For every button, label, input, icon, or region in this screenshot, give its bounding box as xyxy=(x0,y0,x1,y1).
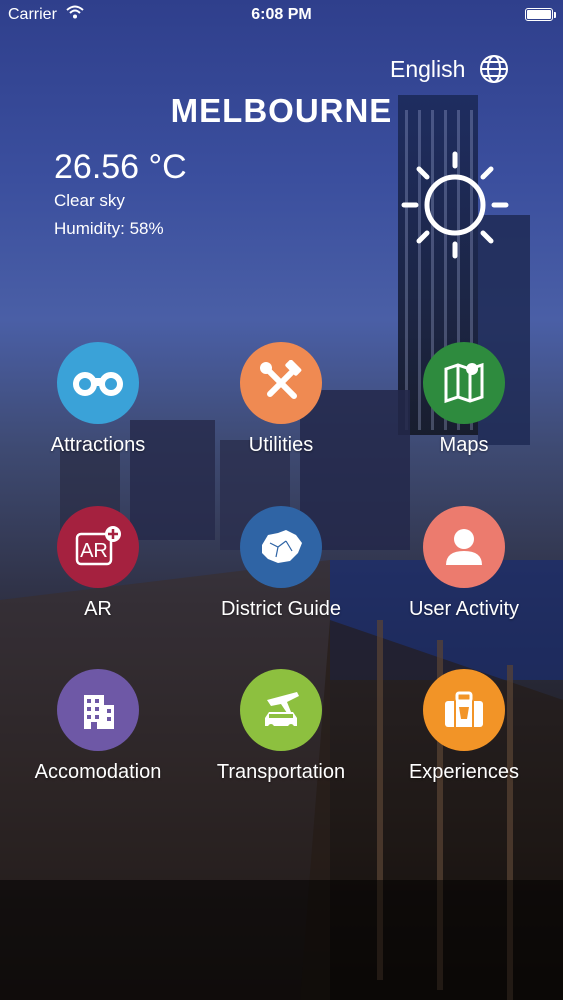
humidity: Humidity: 58% xyxy=(54,219,164,238)
menu-label: User Activity xyxy=(408,598,520,620)
battery-tip xyxy=(554,12,556,18)
tools-icon xyxy=(260,360,302,399)
svg-text:AR: AR xyxy=(80,540,108,562)
menu-label: District Guide xyxy=(220,598,342,620)
building-icon xyxy=(84,695,114,729)
district-map-icon xyxy=(262,530,302,563)
status-bar: Carrier 6:08 PM xyxy=(0,0,563,30)
ar-circle: AR xyxy=(57,506,139,588)
user-activity-circle xyxy=(423,506,505,588)
battery-icon xyxy=(525,8,553,21)
city-title: MELBOURNE xyxy=(170,92,393,129)
menu-item-attractions[interactable]: Attractions xyxy=(8,342,188,457)
temperature: 26.56 °C xyxy=(54,148,187,186)
binoculars-icon xyxy=(73,372,123,396)
sun-icon xyxy=(401,151,509,259)
menu-item-experiences[interactable]: Experiences xyxy=(374,669,554,784)
menu-label: Experiences xyxy=(408,761,520,783)
menu-item-utilities[interactable]: Utilities xyxy=(191,342,371,457)
map-icon xyxy=(444,362,484,404)
menu-item-user-activity[interactable]: User Activity xyxy=(374,506,554,621)
menu-label: Maps xyxy=(439,434,489,456)
suitcase-icon xyxy=(445,691,483,727)
menu-item-maps[interactable]: Maps xyxy=(374,342,554,457)
globe-icon xyxy=(480,55,509,83)
experiences-circle xyxy=(423,669,505,751)
transport-icon xyxy=(265,692,299,730)
district-guide-circle xyxy=(240,506,322,588)
menu-item-transportation[interactable]: Transportation xyxy=(191,669,371,784)
language-selector[interactable]: English xyxy=(390,53,509,85)
utilities-circle xyxy=(240,342,322,424)
language-label: English xyxy=(390,55,466,82)
attractions-circle xyxy=(57,342,139,424)
menu-label: Utilities xyxy=(248,434,314,456)
menu-label: Transportation xyxy=(216,761,346,783)
ar-icon: AR xyxy=(75,526,121,566)
menu-label: AR xyxy=(84,598,112,620)
transportation-circle xyxy=(240,669,322,751)
home-screen: Carrier 6:08 PM English MELBOURNE 26.56 … xyxy=(0,0,563,1000)
menu-label: Attractions xyxy=(50,434,146,456)
accomodation-circle xyxy=(57,669,139,751)
menu-item-ar[interactable]: AR AR xyxy=(8,506,188,621)
menu-label: Accomodation xyxy=(34,761,162,783)
weather-condition: Clear sky xyxy=(54,191,125,210)
menu-item-accomodation[interactable]: Accomodation xyxy=(8,669,188,784)
maps-circle xyxy=(423,342,505,424)
menu-item-district-guide[interactable]: District Guide xyxy=(191,506,371,621)
clock-time: 6:08 PM xyxy=(251,6,312,23)
user-icon xyxy=(446,529,482,565)
